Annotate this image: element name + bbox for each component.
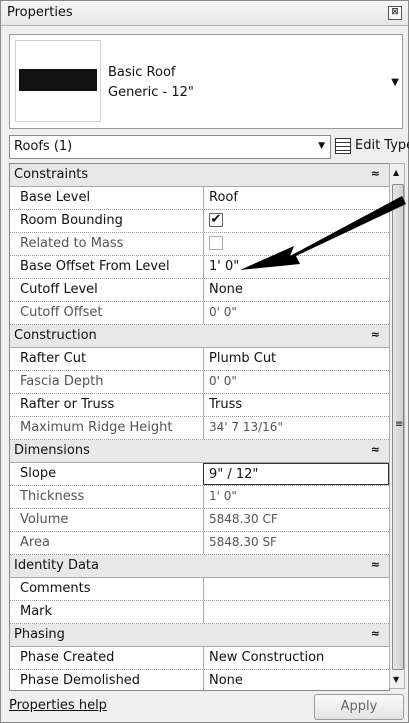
collapse-icon[interactable]: ≈ (371, 328, 380, 341)
filter-value: Roofs (1) (14, 139, 73, 154)
edit-type-label: Edit Type (355, 138, 409, 153)
type-family: Basic Roof (108, 65, 176, 80)
param-value: Truss (209, 397, 243, 412)
param-row-base-offset[interactable]: Base Offset From Level 1' 0" (10, 256, 389, 279)
param-value: Roof (209, 190, 238, 205)
roof-swatch (19, 69, 97, 91)
param-value: 5848.30 SF (209, 535, 277, 549)
window-title: Properties (7, 5, 73, 20)
param-row-slope[interactable]: Slope 9" / 12" (10, 463, 389, 486)
group-phasing[interactable]: Phasing ≈ (10, 624, 389, 647)
vertical-scrollbar[interactable]: ▲ ≡ ▼ (389, 163, 405, 689)
room-bounding-checkbox[interactable]: ✔ (209, 213, 223, 227)
title-bar: Properties ⊠ (1, 1, 408, 26)
instance-filter-dropdown[interactable]: Roofs (1) ▼ (9, 135, 331, 159)
collapse-icon[interactable]: ≈ (371, 627, 380, 640)
param-row-rafter-or-truss[interactable]: Rafter or Truss Truss (10, 394, 389, 417)
param-value: None (209, 673, 243, 688)
param-value: 1' 0" (209, 489, 237, 503)
param-row-base-level[interactable]: Base Level Roof (10, 187, 389, 210)
param-value: 0' 0" (209, 305, 237, 319)
param-value: Plumb Cut (209, 351, 277, 366)
param-row-phase-demolished[interactable]: Phase Demolished None (10, 670, 389, 690)
param-value: New Construction (209, 650, 325, 665)
param-row-room-bounding[interactable]: Room Bounding ✔ (10, 210, 389, 233)
collapse-icon[interactable]: ≈ (371, 443, 380, 456)
param-row-comments[interactable]: Comments (10, 578, 389, 601)
param-value: 9" / 12" (209, 467, 259, 482)
scroll-thumb[interactable]: ≡ (392, 184, 404, 670)
param-value: 1' 0" (209, 259, 240, 274)
group-dimensions[interactable]: Dimensions ≈ (10, 440, 389, 463)
properties-palette: Properties ⊠ Basic Roof Generic - 12" ▼ … (0, 0, 409, 723)
slope-input[interactable]: 9" / 12" (203, 463, 389, 485)
collapse-icon[interactable]: ≈ (371, 167, 380, 180)
type-preview-image (15, 40, 101, 122)
scroll-up-icon[interactable]: ▲ (393, 168, 399, 177)
param-value: None (209, 282, 243, 297)
close-icon[interactable]: ⊠ (388, 6, 402, 20)
param-row-volume: Volume 5848.30 CF (10, 509, 389, 532)
type-dropdown-arrow-icon[interactable]: ▼ (391, 77, 399, 88)
chevron-down-icon[interactable]: ▼ (318, 141, 325, 151)
apply-button[interactable]: Apply (314, 694, 404, 720)
related-to-mass-checkbox (209, 236, 223, 250)
param-value: 0' 0" (209, 374, 237, 388)
param-value: 34' 7 13/16" (209, 420, 283, 434)
edit-type-icon (335, 138, 351, 154)
type-selector[interactable]: Basic Roof Generic - 12" ▼ (9, 34, 403, 129)
type-name: Generic - 12" (108, 85, 194, 100)
param-row-area: Area 5848.30 SF (10, 532, 389, 555)
param-value: 5848.30 CF (209, 512, 278, 526)
param-row-rafter-cut[interactable]: Rafter Cut Plumb Cut (10, 348, 389, 371)
properties-grid: Constraints ≈ Base Level Roof Room Boundi… (9, 163, 390, 691)
param-row-mark[interactable]: Mark (10, 601, 389, 624)
param-row-thickness: Thickness 1' 0" (10, 486, 389, 509)
param-row-max-ridge-height: Maximum Ridge Height 34' 7 13/16" (10, 417, 389, 440)
param-row-phase-created[interactable]: Phase Created New Construction (10, 647, 389, 670)
properties-help-link[interactable]: Properties help (9, 698, 107, 713)
group-constraints[interactable]: Constraints ≈ (10, 164, 389, 187)
param-row-cutoff-offset: Cutoff Offset 0' 0" (10, 302, 389, 325)
param-row-fascia-depth: Fascia Depth 0' 0" (10, 371, 389, 394)
scroll-down-icon[interactable]: ▼ (393, 675, 399, 684)
param-row-related-to-mass: Related to Mass (10, 233, 389, 256)
collapse-icon[interactable]: ≈ (371, 558, 380, 571)
param-row-cutoff-level[interactable]: Cutoff Level None (10, 279, 389, 302)
group-construction[interactable]: Construction ≈ (10, 325, 389, 348)
grip-icon: ≡ (395, 419, 404, 430)
group-identity-data[interactable]: Identity Data ≈ (10, 555, 389, 578)
